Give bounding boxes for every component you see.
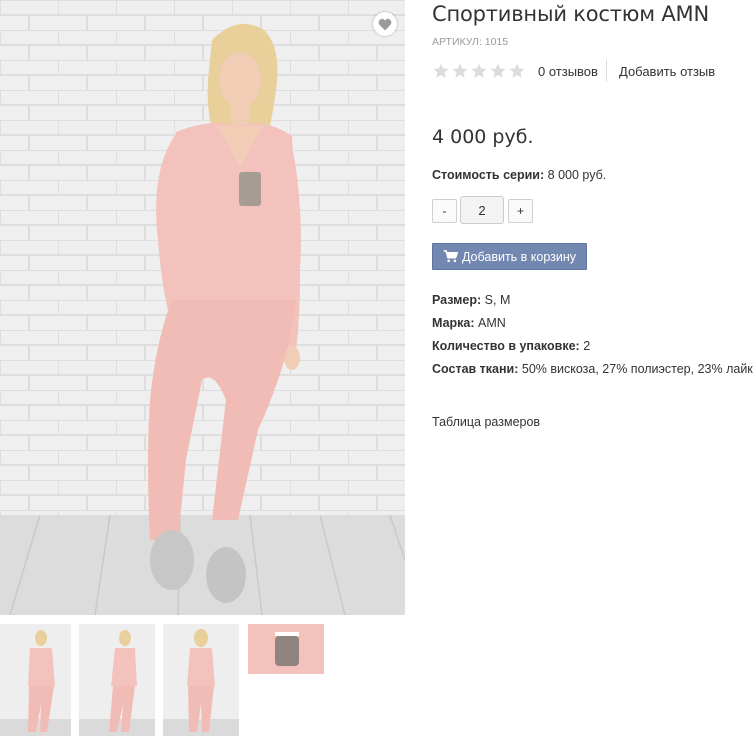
product-price: 4 000 руб. xyxy=(432,126,534,148)
quantity-input[interactable] xyxy=(460,196,504,224)
property-fabric: Состав ткани: 50% вискоза, 27% полиэстер… xyxy=(432,362,753,385)
star-icon[interactable] xyxy=(432,62,450,80)
add-review-link[interactable]: Добавить отзыв xyxy=(619,64,715,79)
thumbnail-image xyxy=(0,624,71,736)
thumbnail-image xyxy=(163,624,239,736)
product-title: Спортивный костюм AMN xyxy=(432,2,709,26)
star-icon[interactable] xyxy=(508,62,526,80)
product-photo-image xyxy=(0,0,405,615)
property-pack-quantity: Количество в упаковке: 2 xyxy=(432,339,753,362)
product-properties: Размер: S, M Марка: AMN Количество в упа… xyxy=(432,293,753,385)
product-sku: АРТИКУЛ: 1015 xyxy=(432,36,509,48)
property-value: 2 xyxy=(579,339,591,353)
divider xyxy=(606,60,607,82)
heart-icon xyxy=(378,18,392,30)
main-product-photo[interactable] xyxy=(0,0,405,615)
size-table-link[interactable]: Таблица размеров xyxy=(432,415,540,429)
property-label: Марка: xyxy=(432,316,475,330)
property-value: 50% вискоза, 27% полиэстер, 23% лайкра xyxy=(518,362,753,376)
quantity-decrease-button[interactable]: - xyxy=(432,199,457,223)
star-icon[interactable] xyxy=(470,62,488,80)
property-label: Количество в упаковке: xyxy=(432,339,580,353)
rating-stars[interactable] xyxy=(432,62,526,80)
star-icon[interactable] xyxy=(451,62,469,80)
property-label: Размер: xyxy=(432,293,482,307)
property-value: S, M xyxy=(481,293,511,307)
thumbnail-image xyxy=(79,624,155,736)
quantity-increase-button[interactable]: + xyxy=(508,199,533,223)
thumbnail-side[interactable] xyxy=(79,624,155,736)
thumbnail-back[interactable] xyxy=(163,624,239,736)
reviews-count-link[interactable]: 0 отзывов xyxy=(538,64,598,79)
series-cost-label: Стоимость серии: xyxy=(432,168,545,182)
series-cost-value: 8 000 руб. xyxy=(544,168,607,182)
add-to-cart-button[interactable]: Добавить в корзину xyxy=(432,243,587,270)
cart-icon xyxy=(443,250,458,263)
thumbnail-image xyxy=(248,624,324,674)
property-value: AMN xyxy=(474,316,506,330)
favorite-button[interactable] xyxy=(373,12,397,36)
series-cost: Стоимость серии: 8 000 руб. xyxy=(432,168,606,182)
star-icon[interactable] xyxy=(489,62,507,80)
property-label: Состав ткани: xyxy=(432,362,519,376)
add-to-cart-label: Добавить в корзину xyxy=(461,249,577,264)
property-size: Размер: S, M xyxy=(432,293,753,316)
thumbnail-detail[interactable] xyxy=(248,624,324,674)
property-brand: Марка: AMN xyxy=(432,316,753,339)
thumbnail-front[interactable] xyxy=(0,624,71,736)
